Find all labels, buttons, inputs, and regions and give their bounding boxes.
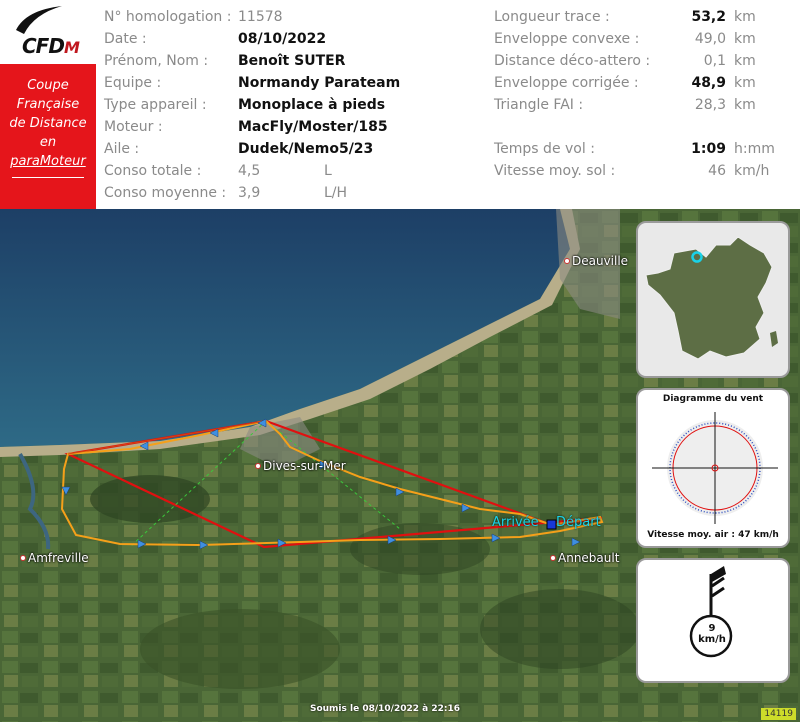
place-label: Deauville: [572, 254, 629, 268]
value-avg-fuel: 3,9: [238, 185, 261, 201]
place-label: Annebault: [558, 551, 620, 565]
place-dot-icon: [550, 555, 556, 561]
label-wing: Aile :: [104, 141, 140, 157]
value-convex-hull: 49,0: [694, 31, 726, 47]
place-dives: Dives-sur-Mer: [255, 459, 346, 473]
unit-total-fuel: L: [324, 163, 332, 179]
value-date: 08/10/2022: [238, 31, 327, 47]
value-total-fuel: 4,5: [238, 163, 261, 179]
place-deauville: Deauville: [564, 254, 628, 268]
label-avg-fuel: Conso moyenne :: [104, 185, 227, 201]
wind-diagram-panel: Diagramme du vent Vitesse moy. air : 47 …: [636, 388, 790, 548]
france-locator-panel: [636, 221, 790, 378]
wind-diagram-chart: [652, 412, 778, 524]
label-corrected-hull: Enveloppe corrigée :: [494, 75, 639, 91]
wind-barb-icon: [689, 566, 733, 658]
value-fai-triangle: 28,3: [694, 97, 726, 113]
value-aircraft-type: Monoplace à pieds: [238, 97, 386, 113]
value-ground-speed: 46: [708, 163, 726, 179]
label-homologation: N° homologation :: [104, 9, 232, 25]
submission-date: Soumis le 08/10/2022 à 22:16: [309, 704, 460, 714]
place-label: Amfreville: [28, 551, 89, 565]
flight-map[interactable]: Deauville Dives-sur-Mer Amfreville Anneb…: [0, 209, 800, 722]
france-map-icon: [645, 236, 778, 360]
departure-label: Départ: [556, 515, 601, 530]
unit-ground-speed: km/h: [734, 163, 770, 179]
cup-line: Française: [16, 97, 80, 112]
label-ground-speed: Vitesse moy. sol :: [494, 163, 616, 179]
flight-info-header: CFDM Coupe Française de Distance en para…: [0, 0, 800, 209]
label-track-length: Longueur trace :: [494, 9, 610, 25]
unit-flight-time: h:mm: [734, 141, 775, 157]
value-wing: Dudek/Nemo5/23: [238, 141, 374, 157]
arrival-label: Arrivée: [492, 515, 539, 530]
wind-speed-panel: 9 km/h: [636, 558, 790, 683]
cup-line: Coupe: [27, 78, 69, 93]
start-finish-marker: [546, 519, 557, 530]
label-convex-hull: Enveloppe convexe :: [494, 31, 640, 47]
record-id-badge: 14119: [761, 708, 796, 720]
place-label: Dives-sur-Mer: [263, 459, 346, 473]
logo-text: CFD: [22, 34, 65, 58]
wind-diagram-title: Diagramme du vent: [662, 394, 764, 404]
unit-avg-fuel: L/H: [324, 185, 348, 201]
label-takeoff-landing: Distance déco-attero :: [494, 53, 651, 69]
label-flight-time: Temps de vol :: [494, 141, 595, 157]
place-dot-icon: [564, 258, 570, 264]
label-fai-triangle: Triangle FAI :: [494, 97, 584, 113]
label-total-fuel: Conso totale :: [104, 163, 202, 179]
value-takeoff-landing: 0,1: [703, 53, 726, 69]
cup-line: paraMoteur: [10, 154, 86, 169]
label-pilot: Prénom, Nom :: [104, 53, 209, 69]
wind-speed-unit: km/h: [698, 634, 726, 645]
value-track-length: 53,2: [691, 9, 726, 25]
cup-banner: Coupe Française de Distance en paraMoteu…: [0, 64, 96, 209]
label-aircraft-type: Type appareil :: [104, 97, 207, 113]
unit-convex-hull: km: [734, 31, 756, 47]
logo-text-m: M: [63, 38, 80, 57]
label-date: Date :: [104, 31, 147, 47]
place-annebault: Annebault: [550, 551, 619, 565]
value-flight-time: 1:09: [691, 141, 726, 157]
value-corrected-hull: 48,9: [691, 75, 726, 91]
cup-divider: [12, 177, 84, 178]
unit-takeoff-landing: km: [734, 53, 756, 69]
place-dot-icon: [255, 463, 261, 469]
cup-line: en: [39, 135, 57, 150]
value-homologation: 11578: [238, 9, 283, 25]
value-pilot: Benoît SUTER: [238, 53, 346, 69]
value-team: Normandy Parateam: [238, 75, 401, 91]
unit-track-length: km: [734, 9, 756, 25]
cfdm-logo: CFDM: [0, 0, 96, 64]
place-dot-icon: [20, 555, 26, 561]
unit-fai-triangle: km: [734, 97, 756, 113]
wind-speed-value: 9: [708, 623, 716, 634]
place-amfreville: Amfreville: [20, 551, 89, 565]
label-engine: Moteur :: [104, 119, 163, 135]
value-engine: MacFly/Moster/185: [238, 119, 388, 135]
label-team: Equipe :: [104, 75, 162, 91]
cup-line: de Distance: [9, 116, 87, 131]
unit-corrected-hull: km: [734, 75, 756, 91]
wind-air-speed: Vitesse moy. air : 47 km/h: [647, 530, 779, 540]
